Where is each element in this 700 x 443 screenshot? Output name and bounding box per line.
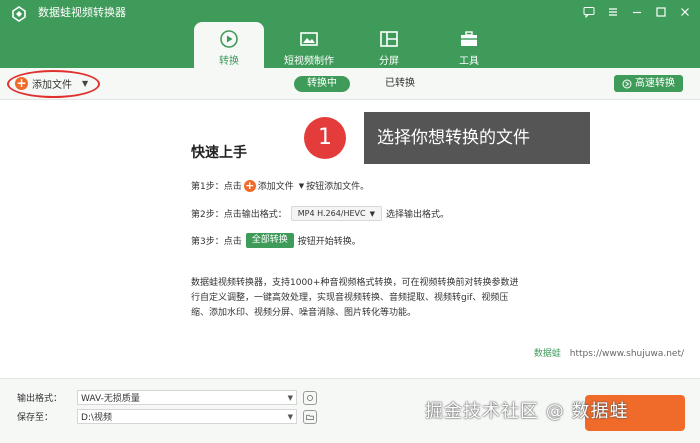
- high-speed-label: 高速转换: [635, 78, 675, 89]
- step1-suffix: 按钮添加文件。: [306, 182, 370, 192]
- convert-icon: [220, 30, 238, 48]
- minimize-icon[interactable]: [630, 5, 644, 19]
- save-path-select[interactable]: D:\视频 ▼: [77, 409, 298, 424]
- step1-text: 第1步：点击: [191, 182, 242, 192]
- tab-short-video-label: 短视频制作: [284, 56, 334, 67]
- menu-icon[interactable]: [606, 5, 620, 19]
- site-brand: 数据蛙: [533, 349, 561, 359]
- save-path-label: 保存至：: [17, 413, 54, 423]
- window-controls: [582, 5, 692, 19]
- output-format-label: 输出格式：: [17, 394, 63, 404]
- add-icon: +: [243, 178, 256, 192]
- split-screen-icon: [380, 31, 398, 47]
- main-tabs: 转换 短视频制作 分屏 工具: [194, 22, 514, 68]
- inline-add-file-label: 添加文件: [257, 182, 294, 192]
- format-value: MP4 H.264/HEVC: [297, 209, 366, 218]
- maximize-icon[interactable]: [654, 5, 668, 19]
- tab-convert[interactable]: 转换: [194, 22, 264, 68]
- format-settings-icon[interactable]: [303, 390, 318, 405]
- high-speed-convert-button[interactable]: 高速转换: [614, 75, 683, 92]
- step3-suffix: 按钮开始转换。: [297, 237, 361, 247]
- watermark-text: 掘金技术社区 @ 数据蛙: [425, 401, 629, 422]
- format-select-sample[interactable]: MP4 H.264/HEVC ▼: [290, 206, 382, 221]
- step2-suffix: 选择输出格式。: [386, 210, 450, 220]
- toolbar: + 添加文件 ▼ 转换中 已转换 高速转换: [0, 68, 700, 100]
- chevron-down-icon: ▼: [287, 412, 294, 421]
- inline-add-file-button[interactable]: + 添加文件 ▼: [243, 178, 305, 192]
- conversion-status-switch: 转换中 已转换: [294, 76, 428, 92]
- toolbox-icon: [461, 31, 477, 46]
- save-path-value: D:\视频: [81, 413, 113, 423]
- output-format-select[interactable]: WAV-无损质量 ▼: [77, 390, 298, 405]
- main-panel: 快速上手 第1步：点击 + 添加文件 ▼ 按钮添加文件。 第2步：点击输出格式：…: [0, 100, 700, 378]
- chevron-down-icon: ▼: [287, 393, 294, 402]
- inline-convert-all-button[interactable]: 全部转换: [245, 233, 294, 248]
- product-description: 数据蛙视频转换器，支持1000+种音视频格式转换，可在视频转换前对转换参数进行自…: [191, 278, 519, 318]
- highlight-ring: [7, 70, 100, 98]
- step-3: 第3步：点击 全部转换 按钮开始转换。: [191, 233, 361, 248]
- callout-number: 1: [304, 117, 346, 159]
- tab-convert-label: 转换: [219, 56, 239, 67]
- title-bar: 数据蛙视频转换器 转换 短视频制作 分屏 工具: [0, 0, 700, 68]
- site-url: https://www.shujuwa.net/: [569, 349, 684, 359]
- step2-text: 第2步：点击输出格式：: [191, 210, 287, 220]
- tab-split-screen[interactable]: 分屏: [354, 22, 424, 68]
- close-icon[interactable]: [678, 5, 692, 19]
- tab-split-screen-label: 分屏: [379, 56, 399, 67]
- output-format-row: 输出格式： WAV-无损质量 ▼: [17, 390, 318, 405]
- tab-converting[interactable]: 转换中: [294, 76, 350, 92]
- folder-icon[interactable]: [303, 409, 318, 424]
- app-title: 数据蛙视频转换器: [38, 6, 126, 19]
- chevron-down-icon: ▼: [369, 209, 375, 218]
- step-1: 第1步：点击 + 添加文件 ▼ 按钮添加文件。: [191, 179, 369, 192]
- output-format-value: WAV-无损质量: [81, 394, 140, 404]
- chevron-down-icon: ▼: [298, 181, 305, 190]
- callout-text: 选择你想转换的文件: [364, 112, 590, 164]
- short-video-icon: [300, 32, 318, 46]
- chat-icon[interactable]: [582, 5, 596, 19]
- tab-short-video[interactable]: 短视频制作: [274, 22, 344, 68]
- app-logo-icon: [12, 6, 26, 22]
- save-path-row: 保存至： D:\视频 ▼: [17, 409, 318, 424]
- speed-icon: [622, 79, 632, 88]
- website-link[interactable]: 数据蛙 https://www.shujuwa.net/: [534, 346, 684, 359]
- tab-tools-label: 工具: [459, 56, 479, 67]
- tab-converted[interactable]: 已转换: [372, 76, 428, 92]
- step3-text: 第3步：点击: [191, 237, 242, 247]
- step-2: 第2步：点击输出格式： MP4 H.264/HEVC ▼ 选择输出格式。: [191, 206, 449, 221]
- tab-tools[interactable]: 工具: [434, 22, 504, 68]
- quick-start-title: 快速上手: [191, 145, 247, 161]
